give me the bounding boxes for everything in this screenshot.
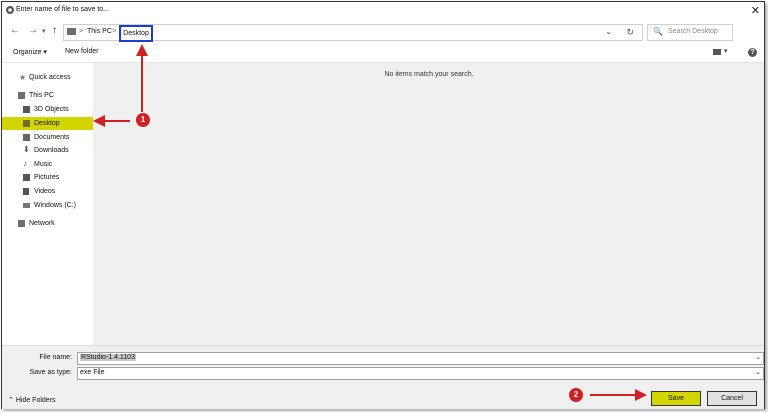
annotation-arrows (93, 44, 647, 401)
step-marker-2: 2 (569, 388, 583, 402)
step-marker-1: 1 (136, 113, 150, 127)
